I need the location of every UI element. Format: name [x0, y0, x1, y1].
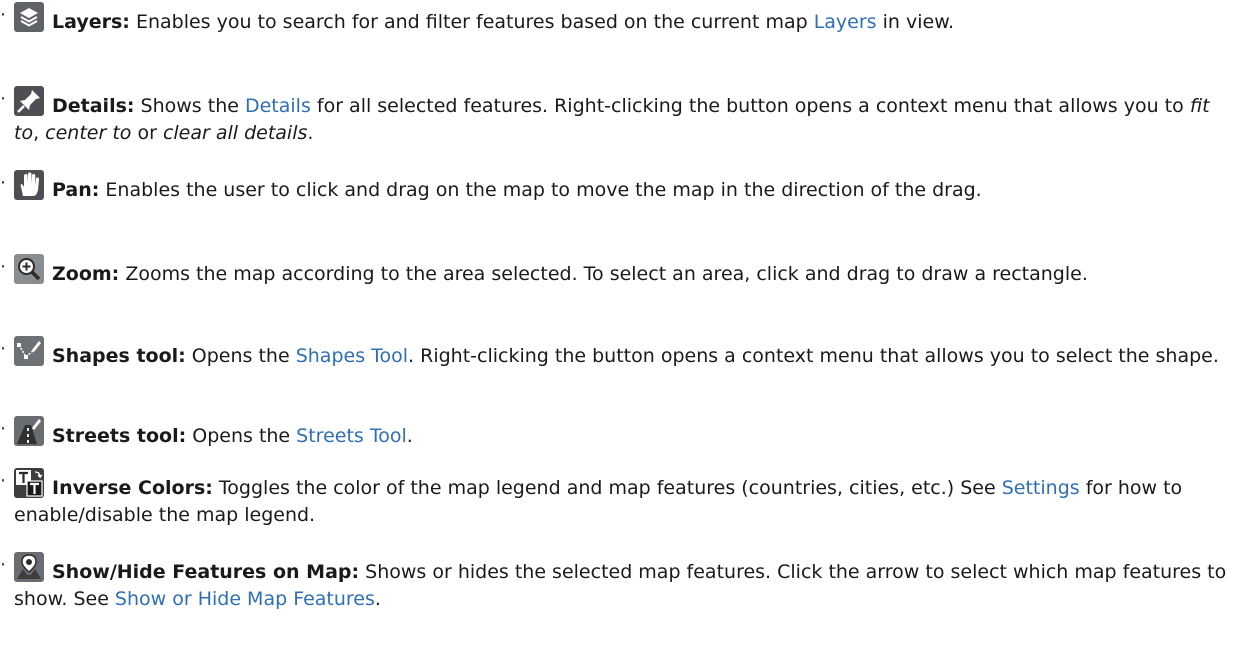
bullet: · — [0, 172, 7, 194]
clear-all-details-text: clear all details — [162, 122, 308, 144]
description: Toggles the color of the map legend and … — [212, 477, 1002, 499]
description: for all selected features. Right-clickin… — [310, 95, 1190, 117]
bullet: · — [0, 554, 7, 576]
period: . — [307, 122, 314, 144]
term: Inverse Colors: — [52, 477, 213, 499]
bullet: · — [0, 418, 7, 440]
term: Pan: — [52, 179, 100, 201]
hand-icon — [14, 170, 44, 200]
term: Shapes tool: — [52, 345, 186, 367]
layers-icon — [14, 2, 44, 32]
description: . — [374, 588, 381, 610]
show-or-hide-map-features-link[interactable]: Show or Hide Map Features — [115, 588, 375, 610]
description: . Right-clicking the button opens a cont… — [408, 345, 1219, 367]
shapes-tool-link[interactable]: Shapes Tool — [296, 345, 408, 367]
description: Opens the — [186, 425, 297, 447]
term: Zoom: — [52, 263, 120, 285]
inverse-colors-icon — [14, 468, 44, 498]
description: Opens the — [185, 345, 296, 367]
description: Shows the — [134, 95, 245, 117]
bullet: · — [0, 338, 7, 360]
description: Zooms the map according to the area sele… — [119, 263, 1088, 285]
description: . — [406, 425, 413, 447]
layers-link[interactable]: Layers — [814, 11, 877, 33]
streets-icon — [14, 416, 44, 446]
zoom-icon — [14, 254, 44, 284]
bullet: · — [0, 88, 7, 110]
bullet: · — [0, 470, 7, 492]
separator: or — [131, 122, 163, 144]
bullet: · — [0, 4, 7, 26]
streets-tool-link[interactable]: Streets Tool — [296, 425, 407, 447]
shapes-icon — [14, 336, 44, 366]
center-to-text: center to — [45, 122, 132, 144]
term: Details: — [52, 95, 135, 117]
term: Show/Hide Features on Map: — [52, 561, 360, 583]
description: Enables the user to click and drag on th… — [99, 179, 982, 201]
settings-link[interactable]: Settings — [1002, 477, 1080, 499]
pin-icon — [14, 86, 44, 116]
details-link[interactable]: Details — [245, 95, 311, 117]
description: Enables you to search for and filter fea… — [129, 11, 814, 33]
description: in view. — [876, 11, 955, 33]
term: Streets tool: — [52, 425, 187, 447]
separator: , — [33, 122, 46, 144]
term: Layers: — [52, 11, 130, 33]
bullet: · — [0, 256, 7, 278]
map-marker-icon — [14, 552, 44, 582]
